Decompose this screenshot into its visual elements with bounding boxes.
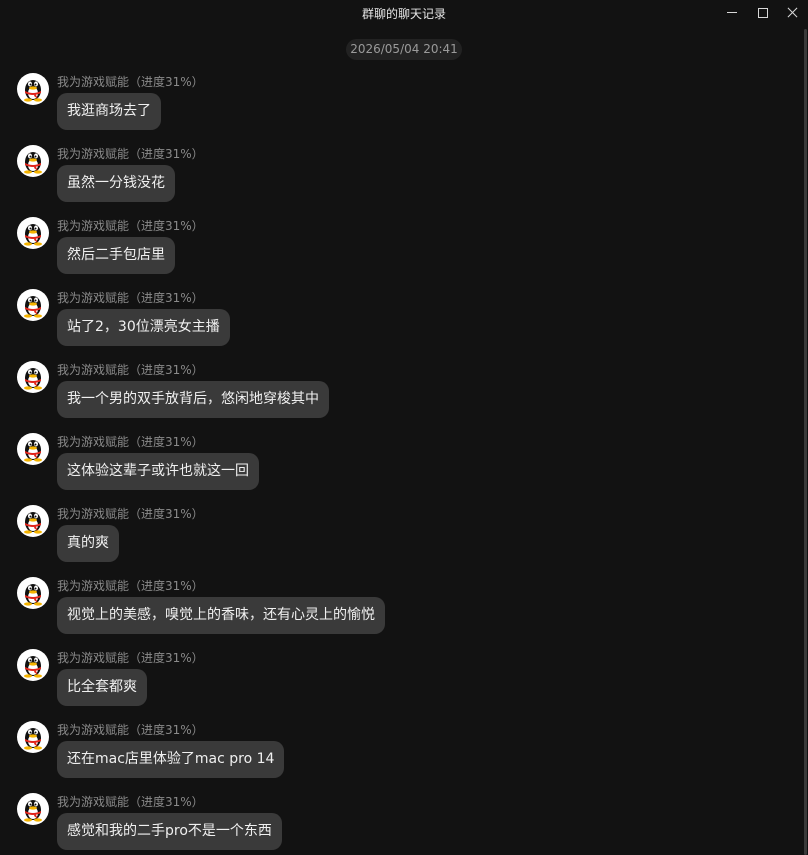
sender-name: 我为游戏赋能（进度31%） <box>57 651 204 665</box>
message-list[interactable]: 我为游戏赋能（进度31%） 我逛商场去了 我为游戏赋能（进度31%） 虽然一分钱… <box>0 72 800 855</box>
message-bubble[interactable]: 站了2，30位漂亮女主播 <box>57 309 230 346</box>
avatar[interactable] <box>17 145 49 177</box>
sender-name: 我为游戏赋能（进度31%） <box>57 435 204 449</box>
message-bubble[interactable]: 还在mac店里体验了mac pro 14 <box>57 741 285 778</box>
minimize-icon <box>727 12 737 13</box>
message-item: 我为游戏赋能（进度31%） 视觉上的美感，嗅觉上的香味，还有心灵上的愉悦 <box>0 576 800 648</box>
scrollbar[interactable] <box>804 29 807 855</box>
message-item: 我为游戏赋能（进度31%） 我一个男的双手放背后，悠闲地穿梭其中 <box>0 360 800 432</box>
maximize-button[interactable] <box>752 3 774 21</box>
sender-name: 我为游戏赋能（进度31%） <box>57 219 204 233</box>
avatar[interactable] <box>17 649 49 681</box>
message-item: 我为游戏赋能（进度31%） 虽然一分钱没花 <box>0 144 800 216</box>
avatar[interactable] <box>17 721 49 753</box>
message-bubble[interactable]: 真的爽 <box>57 525 119 562</box>
avatar[interactable] <box>17 433 49 465</box>
message-item: 我为游戏赋能（进度31%） 这体验这辈子或许也就这一回 <box>0 432 800 504</box>
avatar[interactable] <box>17 361 49 393</box>
close-icon <box>787 7 798 18</box>
window-title: 群聊的聊天记录 <box>361 7 446 21</box>
message-item: 我为游戏赋能（进度31%） 我逛商场去了 <box>0 72 800 144</box>
sender-name: 我为游戏赋能（进度31%） <box>57 147 204 161</box>
message-bubble[interactable]: 视觉上的美感，嗅觉上的香味，还有心灵上的愉悦 <box>57 597 385 634</box>
minimize-button[interactable] <box>721 3 743 21</box>
sender-name: 我为游戏赋能（进度31%） <box>57 75 204 89</box>
message-item: 我为游戏赋能（进度31%） 还在mac店里体验了mac pro 14 <box>0 720 800 792</box>
message-bubble[interactable]: 虽然一分钱没花 <box>57 165 175 202</box>
sender-name: 我为游戏赋能（进度31%） <box>57 795 204 809</box>
close-button[interactable] <box>781 3 803 21</box>
sender-name: 我为游戏赋能（进度31%） <box>57 579 204 593</box>
message-bubble[interactable]: 我逛商场去了 <box>57 93 161 130</box>
sender-name: 我为游戏赋能（进度31%） <box>57 291 204 305</box>
avatar[interactable] <box>17 217 49 249</box>
message-bubble[interactable]: 这体验这辈子或许也就这一回 <box>57 453 259 490</box>
message-item: 我为游戏赋能（进度31%） 感觉和我的二手pro不是一个东西 <box>0 792 800 855</box>
message-item: 我为游戏赋能（进度31%） 站了2，30位漂亮女主播 <box>0 288 800 360</box>
message-item: 我为游戏赋能（进度31%） 然后二手包店里 <box>0 216 800 288</box>
message-bubble[interactable]: 然后二手包店里 <box>57 237 175 274</box>
message-item: 我为游戏赋能（进度31%） 比全套都爽 <box>0 648 800 720</box>
message-bubble[interactable]: 比全套都爽 <box>57 669 147 706</box>
date-separator: 2026/05/04 20:41 <box>346 39 462 60</box>
message-item: 我为游戏赋能（进度31%） 真的爽 <box>0 504 800 576</box>
maximize-icon <box>758 7 768 18</box>
avatar[interactable] <box>17 577 49 609</box>
avatar[interactable] <box>17 793 49 825</box>
avatar[interactable] <box>17 289 49 321</box>
sender-name: 我为游戏赋能（进度31%） <box>57 507 204 521</box>
message-bubble[interactable]: 我一个男的双手放背后，悠闲地穿梭其中 <box>57 381 329 418</box>
sender-name: 我为游戏赋能（进度31%） <box>57 363 204 377</box>
sender-name: 我为游戏赋能（进度31%） <box>57 723 204 737</box>
chat-history-window: 群聊的聊天记录 2026/05/04 20:41 我为游戏赋能（进度31%） 我… <box>0 0 808 855</box>
title-bar: 群聊的聊天记录 <box>0 0 808 26</box>
avatar[interactable] <box>17 73 49 105</box>
message-bubble[interactable]: 感觉和我的二手pro不是一个东西 <box>57 813 282 850</box>
avatar[interactable] <box>17 505 49 537</box>
